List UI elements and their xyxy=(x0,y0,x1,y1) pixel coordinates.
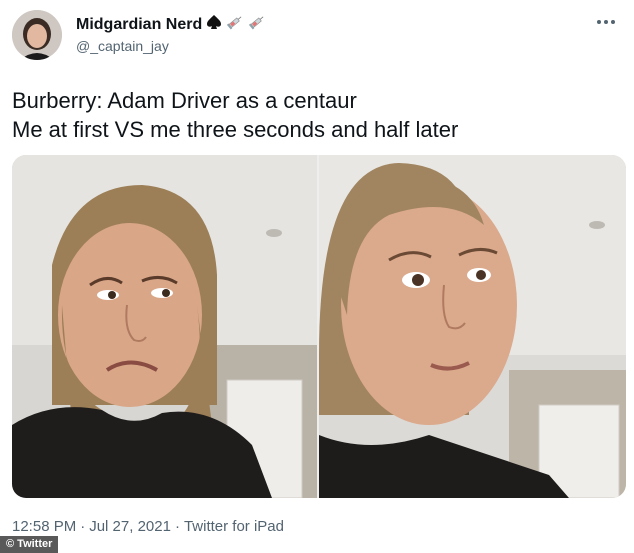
photo-intrigued-image xyxy=(319,155,626,498)
photo-intrigued[interactable] xyxy=(319,155,626,498)
tweet-media[interactable] xyxy=(12,155,626,498)
image-credit: © Twitter xyxy=(0,536,59,553)
tweet-source[interactable]: Twitter for iPad xyxy=(184,518,284,535)
avatar-image xyxy=(12,10,62,60)
tweet-text: Burberry: Adam Driver as a centaur Me at… xyxy=(12,86,612,144)
tweet-text-line: Burberry: Adam Driver as a centaur xyxy=(12,88,357,113)
user-handle[interactable]: @_captain_jay xyxy=(76,38,169,54)
display-name[interactable]: Midgardian Nerd xyxy=(76,16,202,34)
tweet-meta: 12:58 PM · Jul 27, 2021 · Twitter for iP… xyxy=(12,518,284,535)
name-row[interactable]: Midgardian Nerd xyxy=(76,14,266,35)
meta-separator: · xyxy=(80,518,86,535)
syringe-icon xyxy=(248,14,266,35)
syringe-icon xyxy=(226,14,244,35)
photo-disgusted-image xyxy=(12,155,317,498)
avatar[interactable] xyxy=(12,10,62,60)
photo-disgusted[interactable] xyxy=(12,155,317,498)
tweet-time[interactable]: 12:58 PM xyxy=(12,518,76,535)
more-options-icon[interactable] xyxy=(594,10,618,34)
tweet-date[interactable]: Jul 27, 2021 xyxy=(89,518,171,535)
spade-icon xyxy=(206,14,222,35)
meta-separator: · xyxy=(174,518,180,535)
tweet-card: Midgardian Nerd @_captain_jay Burberry: … xyxy=(0,0,634,553)
tweet-text-line: Me at first VS me three seconds and half… xyxy=(12,117,459,142)
